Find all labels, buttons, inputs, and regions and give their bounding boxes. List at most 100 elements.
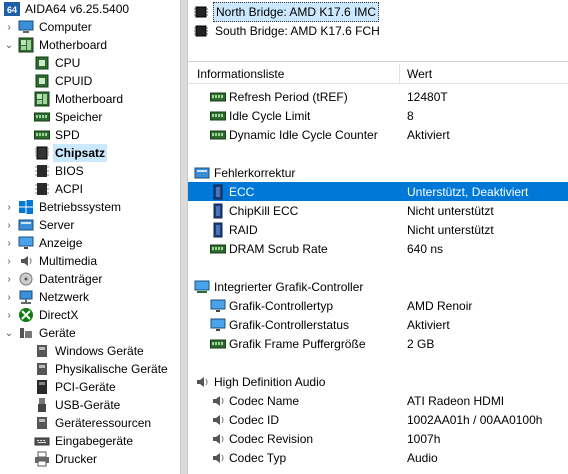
tree-item-label: Motherboard: [39, 38, 108, 52]
tree-item[interactable]: ACPI: [0, 180, 180, 198]
monitor-icon: [210, 317, 226, 331]
property-field: RAID: [229, 222, 258, 237]
tree-item[interactable]: Motherboard: [0, 90, 180, 108]
tree-item[interactable]: Windows Geräte: [0, 342, 180, 360]
tree-item-label: AIDA64 v6.25.5400: [25, 2, 130, 16]
expand-icon[interactable]: ›: [4, 234, 14, 252]
tree-item[interactable]: › DirectX: [0, 306, 180, 324]
expand-icon[interactable]: ›: [4, 252, 14, 270]
property-row[interactable]: Idle Cycle Limit 8: [188, 106, 568, 125]
property-value: 8: [407, 108, 414, 123]
device-item-label: South Bridge: AMD K17.6 FCH: [215, 24, 380, 38]
tree-item[interactable]: USB-Geräte: [0, 396, 180, 414]
collapse-icon[interactable]: ⌄: [4, 36, 14, 54]
property-row[interactable]: Codec Name ATI Radeon HDMI: [188, 391, 568, 410]
tree-item[interactable]: › Datenträger: [0, 270, 180, 288]
tree-item[interactable]: Physikalische Geräte: [0, 360, 180, 378]
property-row[interactable]: DRAM Scrub Rate 640 ns: [188, 239, 568, 258]
splitter[interactable]: [180, 0, 188, 474]
speaker-icon: [210, 450, 226, 464]
property-field: Codec Name: [229, 393, 300, 408]
tree-item[interactable]: › Netzwerk: [0, 288, 180, 306]
tree-item[interactable]: Chipsatz: [0, 144, 180, 162]
section-header[interactable]: Integrierter Grafik-Controller: [188, 277, 568, 296]
property-row[interactable]: Grafik-Controllerstatus Aktiviert: [188, 315, 568, 334]
tree-item[interactable]: 64 AIDA64 v6.25.5400: [0, 0, 180, 18]
tree-item[interactable]: Drucker: [0, 450, 180, 468]
tree-item[interactable]: Eingabegeräte: [0, 432, 180, 450]
tree-item[interactable]: ⌄ Motherboard: [0, 36, 180, 54]
tree-item-label: Motherboard: [55, 92, 124, 106]
expand-icon[interactable]: ›: [4, 288, 14, 306]
tree-item[interactable]: CPU: [0, 54, 180, 72]
tree-item[interactable]: › Betriebssystem: [0, 198, 180, 216]
property-row[interactable]: Dynamic Idle Cycle Counter Aktiviert: [188, 125, 568, 144]
expand-icon[interactable]: ›: [4, 198, 14, 216]
tree-item[interactable]: › Computer: [0, 18, 180, 36]
details-panel: North Bridge: AMD K17.6 IMC South Bridge:…: [188, 0, 568, 474]
property-row[interactable]: ECC Unterstützt, Deaktiviert: [188, 182, 568, 201]
property-row[interactable]: Codec Typ Audio: [188, 448, 568, 467]
tree-item-label: Anzeige: [39, 236, 83, 250]
navigation-tree[interactable]: 64 AIDA64 v6.25.5400 › Computer ⌄ Motherboard…: [0, 0, 180, 474]
physical-devices-icon: [34, 361, 50, 377]
tree-item[interactable]: › Server: [0, 216, 180, 234]
expand-icon[interactable]: ›: [4, 270, 14, 288]
tree-item[interactable]: CPUID: [0, 72, 180, 90]
cpu-icon: [34, 55, 50, 71]
expand-icon[interactable]: ›: [4, 216, 14, 234]
property-value: Audio: [407, 450, 438, 465]
tree-item[interactable]: BIOS: [0, 162, 180, 180]
property-field: Codec ID: [229, 412, 280, 427]
section-header[interactable]: High Definition Audio: [188, 372, 568, 391]
disk-icon: [18, 271, 34, 287]
expand-icon[interactable]: ›: [4, 306, 14, 324]
tree-item[interactable]: Speicher: [0, 108, 180, 126]
tree-item[interactable]: Geräteressourcen: [0, 414, 180, 432]
property-row[interactable]: RAID Nicht unterstützt: [188, 220, 568, 239]
property-value: 640 ns: [407, 241, 444, 256]
column-header-value[interactable]: Wert: [407, 67, 432, 81]
monitor-icon: [210, 298, 226, 312]
property-value: Nicht unterstützt: [407, 222, 494, 237]
tree-item-label: PCI-Geräte: [55, 380, 116, 394]
column-header-field[interactable]: Informationsliste: [197, 67, 284, 81]
column-divider[interactable]: [399, 64, 400, 84]
expand-icon[interactable]: ›: [4, 18, 14, 36]
tree-item[interactable]: ⌄ Geräte: [0, 324, 180, 342]
tree-item[interactable]: PCI-Geräte: [0, 378, 180, 396]
computer-icon: [18, 19, 34, 35]
property-row[interactable]: Grafik-Controllertyp AMD Renoir: [188, 296, 568, 315]
device-list[interactable]: North Bridge: AMD K17.6 IMC South Bridge:…: [188, 0, 568, 62]
keyboard-icon: [34, 433, 50, 449]
tree-item-label: Drucker: [55, 452, 98, 466]
property-row[interactable]: Grafik Frame Puffergröße 2 GB: [188, 334, 568, 353]
tree-item-label: Betriebssystem: [39, 200, 122, 214]
directx-icon: [18, 307, 34, 323]
property-row[interactable]: Refresh Period (tREF) 12480T: [188, 87, 568, 106]
property-row[interactable]: ChipKill ECC Nicht unterstützt: [188, 201, 568, 220]
tree-item-label: Server: [39, 218, 75, 232]
tree-item[interactable]: SPD: [0, 126, 180, 144]
svg-text:64: 64: [7, 5, 17, 15]
tree-item[interactable]: › Anzeige: [0, 234, 180, 252]
devices-icon: [18, 325, 34, 341]
printer-icon: [34, 451, 50, 467]
property-field: Dynamic Idle Cycle Counter: [229, 127, 378, 142]
property-row[interactable]: Codec Revision 1007h: [188, 429, 568, 448]
tree-item[interactable]: › Multimedia: [0, 252, 180, 270]
property-row[interactable]: Codec ID 1002AA01h / 00AA0100h: [188, 410, 568, 429]
device-item[interactable]: South Bridge: AMD K17.6 FCH: [193, 21, 382, 41]
acpi-icon: [34, 181, 50, 197]
section-header[interactable]: Fehlerkorrektur: [188, 163, 568, 182]
memory-icon: [34, 109, 50, 125]
property-field: Idle Cycle Limit: [229, 108, 311, 123]
property-value: Unterstützt, Deaktiviert: [407, 184, 529, 199]
pci-icon: [34, 379, 50, 395]
ecc-chip-icon: [210, 222, 226, 238]
property-field: DRAM Scrub Rate: [229, 241, 328, 256]
device-item[interactable]: North Bridge: AMD K17.6 IMC: [193, 2, 380, 22]
tree-item-label: SPD: [55, 128, 80, 142]
collapse-icon[interactable]: ⌄: [4, 324, 14, 342]
property-field: Grafik-Controllerstatus: [229, 317, 350, 332]
